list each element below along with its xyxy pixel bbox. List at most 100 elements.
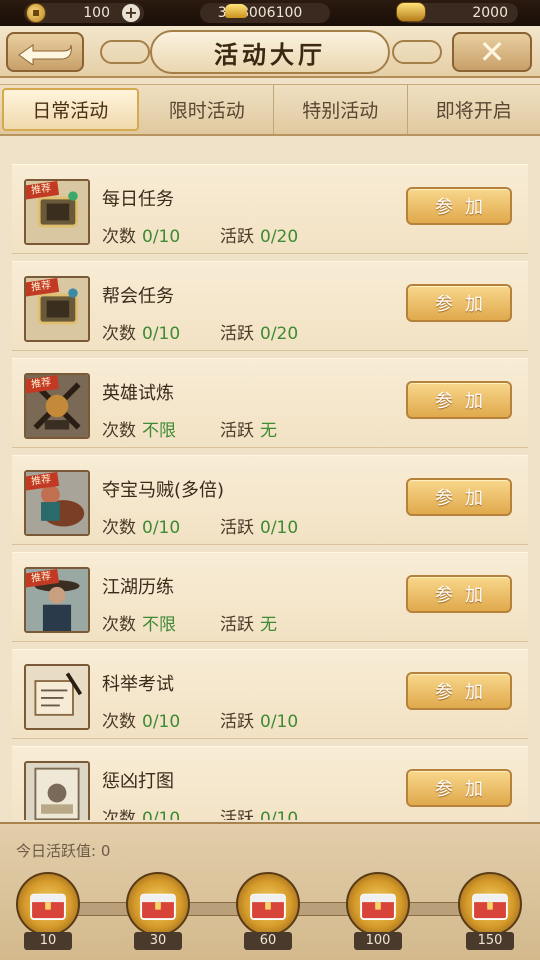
treasure-chest-icon[interactable]: [126, 872, 190, 936]
hero-trial-icon: 推荐: [24, 373, 90, 439]
swordsman-icon: 推荐: [24, 567, 90, 633]
count-value: 不限: [142, 615, 176, 635]
active-value: 0/20: [260, 324, 299, 344]
close-icon: ✕: [478, 33, 506, 71]
active-label: 活跃: [220, 615, 254, 635]
count-value: 不限: [142, 421, 176, 441]
back-button[interactable]: [6, 32, 84, 72]
chest-threshold: 30: [134, 932, 182, 950]
treasure-chest-icon[interactable]: [458, 872, 522, 936]
activity-name: 惩凶打图: [102, 771, 174, 792]
activity-name: 江湖历练: [102, 577, 174, 598]
page-title: 活动大厅: [150, 30, 390, 74]
add-coins-button[interactable]: +: [122, 4, 140, 22]
count-stat: 次数 不限: [102, 416, 176, 441]
treasure-chest-icon[interactable]: [16, 872, 80, 936]
active-label: 活跃: [220, 712, 254, 732]
active-stat: 活跃无: [220, 610, 277, 635]
title-ornament-left: [100, 40, 150, 64]
order-token-icon: 推荐: [24, 179, 90, 245]
join-button[interactable]: 参加: [406, 478, 512, 516]
count-value: 0/10: [142, 227, 181, 247]
join-button[interactable]: 参加: [406, 672, 512, 710]
join-button[interactable]: 参加: [406, 187, 512, 225]
active-value: 无: [260, 421, 277, 441]
today-activity-label: 今日活跃值: 0: [16, 842, 111, 860]
treasure-chest-icon[interactable]: [346, 872, 410, 936]
count-value: 0/10: [142, 324, 181, 344]
count-stat: 次数 0/10: [102, 707, 180, 732]
activity-name: 英雄试炼: [102, 383, 174, 404]
activity-name: 夺宝马贼(多倍): [102, 480, 225, 501]
guild-token-icon: 推荐: [24, 276, 90, 342]
join-button[interactable]: 参加: [406, 381, 512, 419]
active-label: 活跃: [220, 518, 254, 538]
activity-name: 科举考试: [102, 674, 174, 695]
gold-counter: 36 8006100: [200, 3, 330, 23]
active-label: 活跃: [220, 227, 254, 247]
join-button[interactable]: 参加: [406, 769, 512, 807]
join-button[interactable]: 参加: [406, 575, 512, 613]
active-stat: 活跃无: [220, 416, 277, 441]
count-stat: 次数 0/10: [102, 222, 180, 247]
list-item: 科举考试 次数 0/10 活跃 0/10 参加: [12, 649, 528, 739]
chest-threshold: 150: [466, 932, 514, 950]
count-stat: 次数 0/10: [102, 804, 180, 820]
list-item: 推荐 每日任务 次数 0/10 活跃 0/20 参加: [12, 164, 528, 254]
active-stat: 活跃 0/10: [220, 707, 298, 732]
coin-value: 100: [83, 5, 110, 21]
active-value: 无: [260, 615, 277, 635]
count-label: 次数: [102, 518, 136, 538]
active-stat: 活跃 0/10: [220, 513, 298, 538]
count-value: 0/10: [142, 809, 181, 820]
tab-upcoming[interactable]: 即将开启: [408, 85, 540, 134]
count-stat: 次数 不限: [102, 610, 176, 635]
active-value: 0/10: [260, 809, 299, 820]
active-label: 活跃: [220, 421, 254, 441]
active-value: 0/10: [260, 518, 299, 538]
count-stat: 次数 0/10: [102, 513, 180, 538]
gold-icon: [225, 4, 247, 18]
list-item: 推荐 帮会任务 次数 0/10 活跃 0/20 参加: [12, 261, 528, 351]
count-label: 次数: [102, 809, 136, 820]
count-value: 0/10: [142, 518, 181, 538]
horse-bandit-icon: 推荐: [24, 470, 90, 536]
chest-threshold: 100: [354, 932, 402, 950]
daily-activity-panel: 今日活跃值: 0 10 30 60 100 150: [0, 822, 540, 960]
count-value: 0/10: [142, 712, 181, 732]
ingot-value: 2000: [472, 5, 508, 21]
active-value: 0/10: [260, 712, 299, 732]
resource-bar: 100 + 36 8006100 2000: [0, 0, 540, 26]
active-stat: 活跃 0/20: [220, 222, 298, 247]
ingot-icon: [396, 2, 426, 22]
tab-daily[interactable]: 日常活动: [2, 88, 139, 131]
header: 活动大厅 ✕: [0, 26, 540, 78]
close-button[interactable]: ✕: [452, 32, 532, 72]
chest-threshold: 60: [244, 932, 292, 950]
active-label: 活跃: [220, 809, 254, 820]
join-button[interactable]: 参加: [406, 284, 512, 322]
activity-list[interactable]: 推荐 每日任务 次数 0/10 活跃 0/20 参加 推荐 帮会任务 次数 0/10 …: [0, 160, 540, 820]
treasure-chest-icon[interactable]: [236, 872, 300, 936]
list-item: 推荐 江湖历练 次数 不限 活跃无 参加: [12, 552, 528, 642]
wanted-poster-icon: [24, 761, 90, 820]
list-item: 惩凶打图 次数 0/10 活跃 0/10 参加: [12, 746, 528, 820]
tab-special[interactable]: 特别活动: [274, 85, 408, 134]
activity-name: 每日任务: [102, 189, 174, 210]
list-item: 推荐 英雄试炼 次数 不限 活跃无 参加: [12, 358, 528, 448]
active-value: 0/20: [260, 227, 299, 247]
exam-scroll-icon: [24, 664, 90, 730]
tab-limited[interactable]: 限时活动: [141, 85, 274, 134]
count-label: 次数: [102, 324, 136, 344]
tab-bar: 日常活动 限时活动 特别活动 即将开启: [0, 84, 540, 136]
count-label: 次数: [102, 421, 136, 441]
count-stat: 次数 0/10: [102, 319, 180, 344]
active-label: 活跃: [220, 324, 254, 344]
active-stat: 活跃 0/10: [220, 804, 298, 820]
count-label: 次数: [102, 227, 136, 247]
list-item: 推荐 夺宝马贼(多倍) 次数 0/10 活跃 0/10 参加: [12, 455, 528, 545]
activity-name: 帮会任务: [102, 286, 174, 307]
count-label: 次数: [102, 615, 136, 635]
coin-icon: [26, 3, 46, 23]
active-stat: 活跃 0/20: [220, 319, 298, 344]
